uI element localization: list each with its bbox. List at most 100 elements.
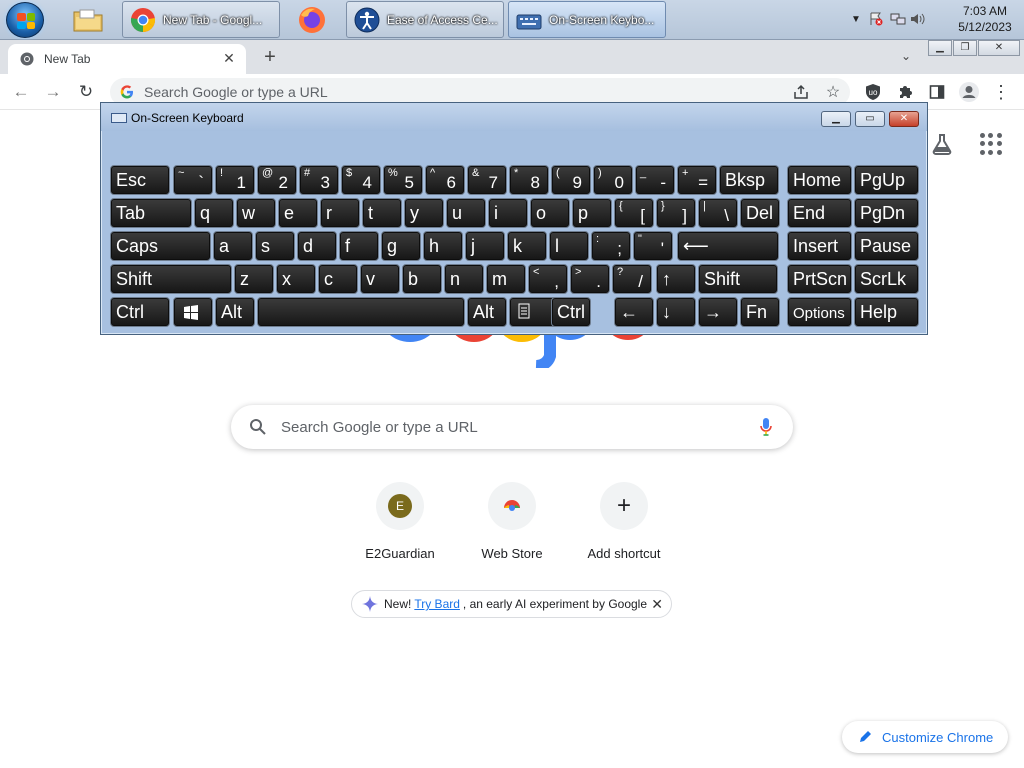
- close-window-button[interactable]: ✕: [978, 40, 1020, 56]
- key-blank-2-11[interactable]: " ': [633, 231, 673, 261]
- key-p-1-10[interactable]: p: [572, 198, 612, 228]
- osk-close-button[interactable]: ✕: [889, 111, 919, 127]
- extensions-puzzle-icon[interactable]: [894, 81, 916, 103]
- key-c-3-3[interactable]: c: [318, 264, 358, 294]
- explorer-pin[interactable]: [68, 2, 108, 38]
- key-h-2-6[interactable]: h: [423, 231, 463, 261]
- bookmark-star-icon[interactable]: ☆: [822, 81, 844, 103]
- key-g-2-5[interactable]: g: [381, 231, 421, 261]
- key-blank-3-11[interactable]: ↑: [656, 264, 696, 294]
- key-5-0-6[interactable]: % 5: [383, 165, 423, 195]
- key-k-2-8[interactable]: k: [507, 231, 547, 261]
- bard-close-icon[interactable]: ✕: [651, 596, 663, 613]
- key-blank-3-9[interactable]: >.: [570, 264, 610, 294]
- key-home-0-15[interactable]: Home: [787, 165, 852, 195]
- side-panel-icon[interactable]: [926, 81, 948, 103]
- key-windows-logo[interactable]: [173, 297, 213, 327]
- firefox-pin[interactable]: [292, 2, 332, 38]
- key-blank-3-8[interactable]: <,: [528, 264, 568, 294]
- action-center-flag-icon[interactable]: [868, 11, 884, 27]
- key-insert-2-13[interactable]: Insert: [787, 231, 852, 261]
- key-esc-0-0[interactable]: Esc: [110, 165, 170, 195]
- key-caps-2-0[interactable]: Caps: [110, 231, 211, 261]
- google-apps-grid-icon[interactable]: [980, 133, 1002, 155]
- key-n-3-6[interactable]: n: [444, 264, 484, 294]
- key-tab-1-0[interactable]: Tab: [110, 198, 192, 228]
- key-l-2-9[interactable]: l: [549, 231, 589, 261]
- key-1-0-2[interactable]: ! 1: [215, 165, 255, 195]
- key-z-3-1[interactable]: z: [234, 264, 274, 294]
- customize-chrome-button[interactable]: Customize Chrome: [842, 721, 1008, 753]
- osk-minimize-button[interactable]: ▁: [821, 111, 851, 127]
- key-7-0-8[interactable]: & 7: [467, 165, 507, 195]
- tab-new-tab[interactable]: New Tab ✕: [8, 44, 246, 74]
- key-d-2-3[interactable]: d: [297, 231, 337, 261]
- share-icon[interactable]: [790, 81, 812, 103]
- osk-maximize-button[interactable]: ▭: [855, 111, 885, 127]
- chrome-labs-flask-icon[interactable]: [930, 132, 954, 156]
- key-f-2-4[interactable]: f: [339, 231, 379, 261]
- key-3-0-4[interactable]: #3: [299, 165, 339, 195]
- key-e-1-3[interactable]: e: [278, 198, 318, 228]
- key-shift-3-0[interactable]: Shift: [110, 264, 232, 294]
- key-j-2-7[interactable]: j: [465, 231, 505, 261]
- key-blank-2-10[interactable]: :;: [591, 231, 631, 261]
- key-b-3-5[interactable]: b: [402, 264, 442, 294]
- reload-icon[interactable]: ↻: [75, 81, 97, 103]
- tab-search-chevron-icon[interactable]: ⌄: [896, 46, 916, 66]
- key-ctrl-4-6[interactable]: Ctrl: [551, 297, 591, 327]
- forward-arrow-icon[interactable]: →: [42, 81, 64, 103]
- key-0-0-11[interactable]: ) 0: [593, 165, 633, 195]
- key-blank-0-1[interactable]: ~ `: [173, 165, 213, 195]
- key-del-1-14[interactable]: Del: [740, 198, 780, 228]
- volume-icon[interactable]: [910, 11, 926, 27]
- kebab-menu-icon[interactable]: ⋮: [990, 81, 1012, 103]
- key-x-3-2[interactable]: x: [276, 264, 316, 294]
- ublock-shield-icon[interactable]: uo: [862, 81, 884, 103]
- start-button[interactable]: [6, 2, 44, 38]
- key-pause-2-14[interactable]: Pause: [854, 231, 919, 261]
- key-blank-4-7[interactable]: ←: [614, 297, 654, 327]
- system-clock[interactable]: 7:03 AM 5/12/2023: [954, 3, 1016, 35]
- taskbar-button-chrome[interactable]: New Tab - Googl...: [122, 1, 280, 38]
- key-u-1-7[interactable]: u: [446, 198, 486, 228]
- key-t-1-5[interactable]: t: [362, 198, 402, 228]
- key-options-4-11[interactable]: Options: [787, 297, 852, 327]
- tab-close-icon[interactable]: ✕: [220, 50, 238, 67]
- key-blank-0-13[interactable]: + =: [677, 165, 717, 195]
- key-fn-4-10[interactable]: Fn: [740, 297, 780, 327]
- show-hidden-icons-icon[interactable]: ▼: [848, 11, 864, 27]
- key-end-1-15[interactable]: End: [787, 198, 852, 228]
- minimize-window-button[interactable]: ▁: [928, 40, 952, 56]
- shortcut-add[interactable]: + Add shortcut: [568, 482, 680, 572]
- profile-avatar-icon[interactable]: [958, 81, 980, 103]
- back-arrow-icon[interactable]: ←: [10, 81, 32, 103]
- key-alt-4-2[interactable]: Alt: [215, 297, 255, 327]
- key-o-1-9[interactable]: o: [530, 198, 570, 228]
- key-bksp-0-14[interactable]: Bksp: [719, 165, 779, 195]
- key-4-0-5[interactable]: $4: [341, 165, 381, 195]
- key-i-1-8[interactable]: i: [488, 198, 528, 228]
- key-alt-4-4[interactable]: Alt: [467, 297, 507, 327]
- key-blank-4-8[interactable]: ↓: [656, 297, 696, 327]
- osk-title-bar[interactable]: On-Screen Keyboard ▁ ▭ ✕: [101, 103, 927, 131]
- key-s-2-2[interactable]: s: [255, 231, 295, 261]
- microphone-icon[interactable]: [759, 417, 773, 437]
- key-v-3-4[interactable]: v: [360, 264, 400, 294]
- key-shift-3-12[interactable]: Shift: [698, 264, 778, 294]
- key-spacebar[interactable]: [257, 297, 465, 327]
- key-prtscn-3-13[interactable]: PrtScn: [787, 264, 852, 294]
- key-blank-4-9[interactable]: →: [698, 297, 738, 327]
- network-icon[interactable]: [890, 11, 906, 27]
- key-blank-2-12[interactable]: ⟵: [677, 231, 779, 261]
- restore-window-button[interactable]: ❐: [953, 40, 977, 56]
- new-tab-button[interactable]: +: [258, 46, 282, 70]
- key-blank-1-12[interactable]: }]: [656, 198, 696, 228]
- shortcut-e2guardian[interactable]: E E2Guardian: [344, 482, 456, 572]
- try-bard-link[interactable]: Try Bard: [414, 597, 460, 611]
- taskbar-button-ease-of-access[interactable]: Ease of Access Ce...: [346, 1, 504, 38]
- key-6-0-7[interactable]: ^ 6: [425, 165, 465, 195]
- key-9-0-10[interactable]: (9: [551, 165, 591, 195]
- key-y-1-6[interactable]: y: [404, 198, 444, 228]
- key-8-0-9[interactable]: * 8: [509, 165, 549, 195]
